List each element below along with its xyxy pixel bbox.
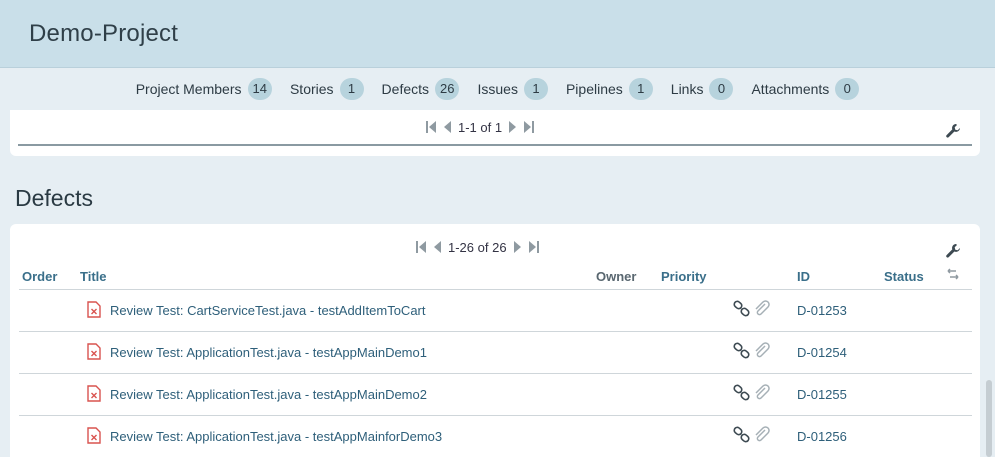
project-title: Demo-Project: [29, 20, 179, 47]
defect-id-link[interactable]: D-01253: [797, 303, 847, 318]
next-page-icon[interactable]: [507, 119, 519, 135]
header-divider: [19, 289, 972, 290]
defect-doc-icon: [87, 385, 101, 402]
scrollbar[interactable]: [986, 380, 992, 457]
pager-text: 1-1 of 1: [458, 119, 503, 135]
defect-id-link[interactable]: D-01254: [797, 345, 847, 360]
defect-title-link[interactable]: Review Test: ApplicationTest.java - test…: [110, 387, 427, 402]
wrench-icon[interactable]: [945, 243, 961, 259]
column-header-id[interactable]: ID: [797, 269, 810, 284]
column-header-status[interactable]: Status: [884, 269, 924, 284]
top-pager: 1-1 of 1: [425, 119, 535, 135]
column-header-order[interactable]: Order: [22, 269, 57, 284]
column-header-priority[interactable]: Priority: [661, 269, 707, 284]
tab-project-members[interactable]: Project Members 14: [136, 78, 272, 100]
first-page-icon[interactable]: [415, 239, 427, 255]
tab-label: Attachments: [751, 81, 830, 97]
tab-links[interactable]: Links 0: [671, 78, 734, 100]
tab-stories[interactable]: Stories 1: [290, 78, 364, 100]
count-badge: 0: [835, 78, 860, 100]
defect-title-link[interactable]: Review Test: ApplicationTest.java - test…: [110, 345, 427, 360]
paperclip-icon[interactable]: [753, 300, 771, 318]
tab-pipelines[interactable]: Pipelines 1: [566, 78, 653, 100]
link-icon[interactable]: [733, 426, 751, 444]
tab-label: Links: [670, 81, 704, 97]
defect-id-link[interactable]: D-01256: [797, 429, 847, 444]
link-icon[interactable]: [733, 342, 751, 360]
count-badge: 1: [339, 78, 364, 100]
last-page-icon[interactable]: [528, 239, 540, 255]
count-badge: 26: [435, 78, 460, 100]
column-header-title[interactable]: Title: [80, 269, 107, 284]
prev-page-icon[interactable]: [431, 239, 443, 255]
row-divider: [19, 415, 972, 416]
tab-label: Issues: [477, 81, 518, 97]
tab-label: Stories: [289, 81, 334, 97]
next-page-icon[interactable]: [512, 239, 524, 255]
wrench-icon[interactable]: [945, 123, 961, 139]
defect-title-link[interactable]: Review Test: CartServiceTest.java - test…: [110, 303, 426, 318]
count-badge: 1: [523, 78, 548, 100]
divider: [18, 144, 972, 146]
column-header-owner: Owner: [596, 269, 637, 284]
defect-title-link[interactable]: Review Test: ApplicationTest.java - test…: [110, 429, 442, 444]
defect-doc-icon: [87, 301, 101, 318]
sort-icon[interactable]: [946, 268, 960, 280]
tab-label: Pipelines: [565, 81, 623, 97]
tab-attachments[interactable]: Attachments 0: [751, 78, 860, 100]
paperclip-icon[interactable]: [753, 426, 771, 444]
row-divider: [19, 331, 972, 332]
tab-label: Defects: [381, 81, 430, 97]
pager-text: 1-26 of 26: [448, 239, 507, 255]
first-page-icon[interactable]: [425, 119, 437, 135]
count-badge: 0: [709, 78, 734, 100]
tab-defects[interactable]: Defects 26: [382, 78, 460, 100]
last-page-icon[interactable]: [523, 119, 535, 135]
project-header: Demo-Project: [0, 0, 995, 68]
link-icon[interactable]: [733, 384, 751, 402]
paperclip-icon[interactable]: [753, 384, 771, 402]
tab-label: Project Members: [135, 81, 242, 97]
link-icon[interactable]: [733, 300, 751, 318]
defect-doc-icon: [87, 343, 101, 360]
defect-id-link[interactable]: D-01255: [797, 387, 847, 402]
defect-doc-icon: [87, 427, 101, 444]
row-divider: [19, 373, 972, 374]
tab-issues[interactable]: Issues 1: [477, 78, 548, 100]
count-badge: 14: [247, 78, 272, 100]
section-title: Defects: [15, 185, 93, 211]
prev-page-icon[interactable]: [441, 119, 453, 135]
defects-grid: [10, 224, 980, 457]
project-tabs: Project Members 14 Stories 1 Defects 26 …: [0, 68, 995, 110]
paperclip-icon[interactable]: [753, 342, 771, 360]
defects-pager: 1-26 of 26: [415, 239, 540, 255]
count-badge: 1: [628, 78, 653, 100]
